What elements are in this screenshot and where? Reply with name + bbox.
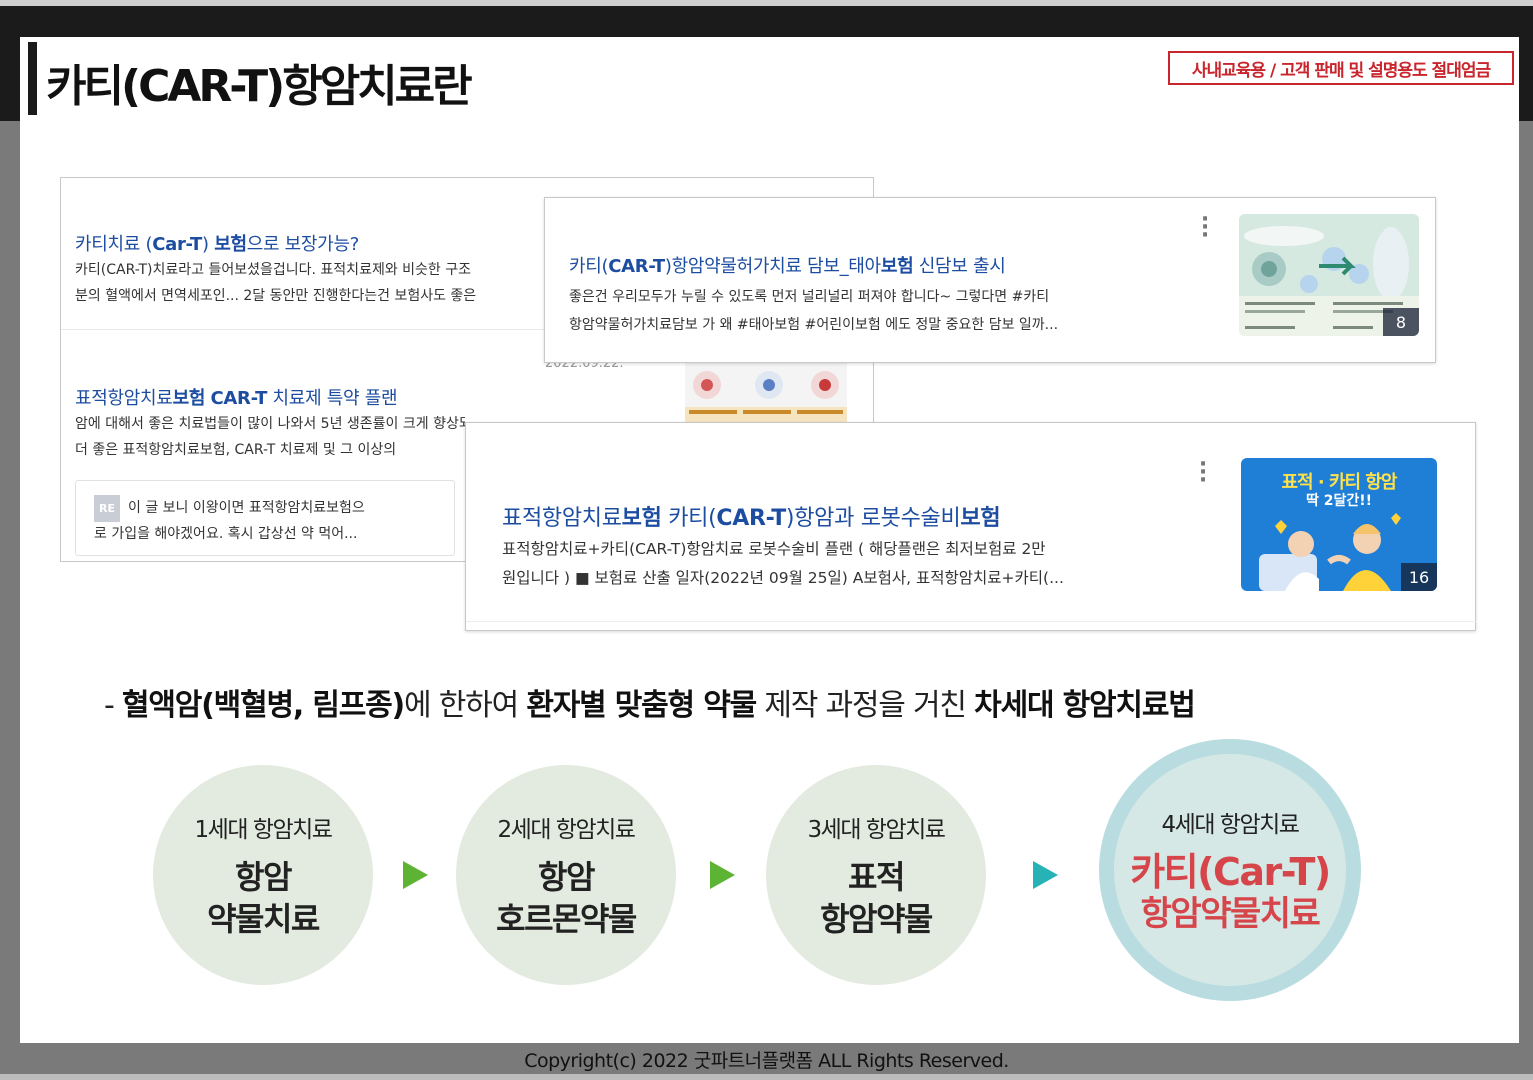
result-snippet: 카티(CAR-T)치료라고 들어보셨을겁니다. 표적치료제와 비슷한 구조 분의… xyxy=(75,262,477,304)
generation-label: 2세대 항암치료 xyxy=(497,817,636,843)
reply-comment[interactable]: RE 이 글 보니 이왕이면 표적항암치료보험으 로 가입을 해야겠어요. 혹시 … xyxy=(75,480,455,556)
copyright-footer: Copyright(c) 2022 굿파트너플랫폼 ALL Rights Res… xyxy=(524,1050,1009,1072)
generation-name: 항암 xyxy=(235,858,292,896)
result-title-fetal-insurance[interactable]: 카티(CAR-T)항암약물허가치료 담보_태아보험 신담보 출시 xyxy=(569,252,1006,278)
generation-name: 항암약물치료 xyxy=(1140,894,1321,934)
generation-label: 3세대 항암치료 xyxy=(807,817,946,843)
more-vertical-icon[interactable]: · · · xyxy=(1196,454,1210,492)
generation-name: 항암 xyxy=(538,858,595,896)
result-snippet: 표적항암치료+카티(CAR-T)항암치료 로봇수술비 플랜 ( 해당플랜은 최저… xyxy=(502,540,1064,587)
image-count-badge: 16 xyxy=(1401,563,1437,591)
arrow-right-icon xyxy=(403,861,428,889)
medical-diagram-thumbnail[interactable]: 8 xyxy=(1239,214,1419,336)
result-title-car-t-rider-plan[interactable]: 표적항암치료보험 CAR-T 치료제 특약 플랜 xyxy=(75,384,398,410)
generation-2-circle: 2세대 항암치료 항암 호르몬약물 xyxy=(456,765,676,985)
page-title: 카티(CAR-T)항암치료란 xyxy=(46,61,473,112)
generation-label: 4세대 항암치료 xyxy=(1161,812,1300,838)
reply-text: 이 글 보니 이왕이면 표적항암치료보험으 xyxy=(127,500,365,516)
thumbnail-caption: 딱 2달간!! xyxy=(1305,493,1373,509)
search-result-card-c: 표적항암치료보험 카티(CAR-T)항암과 로봇수술비보험 표적항암치료+카티(… xyxy=(465,422,1477,631)
arrow-right-icon xyxy=(1033,861,1058,889)
generation-name: 카티(Car-T) xyxy=(1130,850,1331,894)
generation-4-circle: 4세대 항암치료 카티(Car-T) 항암약물치료 xyxy=(1114,754,1346,986)
reply-text: 로 가입을 해야겠어요. 혹시 갑상선 약 먹어... xyxy=(94,526,358,542)
generation-name: 호르몬약물 xyxy=(496,900,637,938)
result-snippet: 암에 대해서 좋은 치료법들이 많이 나와서 5년 생존률이 크게 향상되었지만… xyxy=(75,416,465,458)
summary-statement: - 혈액암(백혈병, 림프종)에 한하여 환자별 맞춤형 약물 제작 과정을 거… xyxy=(104,688,1196,723)
generation-name: 표적 xyxy=(848,858,905,896)
bottom-frame-strip xyxy=(0,1074,1533,1080)
result-snippet: 좋은건 우리모두가 누릴 수 있도록 먼저 널리널리 퍼져야 합니다~ 그렇다면… xyxy=(569,289,1059,333)
generation-1-circle: 1세대 항암치료 항암 약물치료 xyxy=(153,765,373,985)
image-count-badge: 8 xyxy=(1383,308,1419,336)
generation-label: 1세대 항암치료 xyxy=(194,817,333,843)
infographic-thumbnail[interactable] xyxy=(685,363,847,423)
result-title-robot-surgery[interactable]: 표적항암치료보험 카티(CAR-T)항암과 로봇수술비보험 xyxy=(502,500,1001,532)
generation-name: 약물치료 xyxy=(207,900,320,938)
title-accent-bar xyxy=(28,42,37,115)
generation-name: 항암약물 xyxy=(820,900,933,938)
illustration-thumbnail[interactable]: 표적 · 카티 항암 딱 2달간!! 16 xyxy=(1241,458,1437,591)
more-vertical-icon[interactable]: · · · xyxy=(1198,209,1212,247)
search-result-card-b: 카티(CAR-T)항암약물허가치료 담보_태아보험 신담보 출시 좋은건 우리모… xyxy=(544,197,1436,363)
result-title-car-t-coverage[interactable]: 카티치료 (Car-T) 보험으로 보장가능? xyxy=(75,230,359,256)
arrow-right-icon xyxy=(710,861,735,889)
divider xyxy=(61,329,545,330)
reply-tag: RE xyxy=(94,495,120,522)
confidential-notice: 사내교육용 / 고객 판매 및 설명용도 절대엄금 xyxy=(1168,51,1514,85)
divider xyxy=(466,621,1477,622)
generation-3-circle: 3세대 항암치료 표적 항암약물 xyxy=(766,765,986,985)
